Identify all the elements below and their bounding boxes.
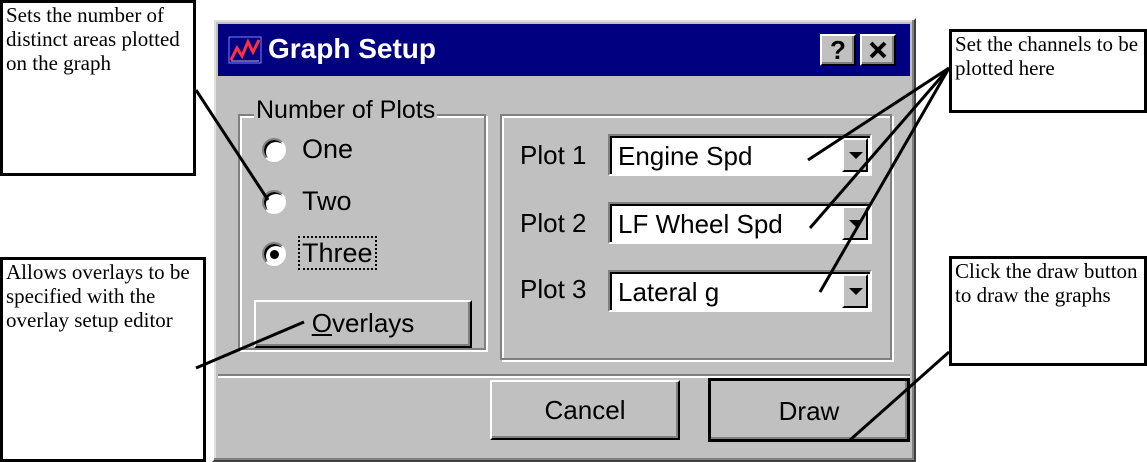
chevron-down-icon bbox=[849, 152, 863, 159]
plot-3-dropdown-button[interactable] bbox=[842, 274, 868, 308]
draw-button[interactable]: Draw bbox=[708, 378, 910, 442]
plot-3-label: Plot 3 bbox=[520, 274, 587, 304]
focus-rect: Three bbox=[298, 236, 377, 270]
plot-1-select[interactable]: Engine Spd bbox=[608, 134, 872, 176]
plot-3-select[interactable]: Lateral g bbox=[608, 270, 872, 312]
plot-2-dropdown-button[interactable] bbox=[842, 206, 868, 240]
radio-two-circle[interactable] bbox=[262, 190, 286, 214]
graph-app-icon bbox=[228, 36, 262, 64]
radio-one-circle[interactable] bbox=[262, 138, 286, 162]
plot-2-select[interactable]: LF Wheel Spd bbox=[608, 202, 872, 244]
radio-one-label: One bbox=[302, 134, 354, 164]
overlays-button[interactable]: Overlays bbox=[254, 300, 472, 348]
help-button[interactable]: ? bbox=[820, 34, 856, 66]
plot-1-dropdown-button[interactable] bbox=[842, 138, 868, 172]
callout-draw: Click the draw button to draw the graphs bbox=[949, 256, 1147, 366]
title-bar[interactable]: Graph Setup ? bbox=[218, 24, 910, 76]
cancel-button[interactable]: Cancel bbox=[490, 380, 680, 440]
plot-2-value: LF Wheel Spd bbox=[618, 209, 783, 239]
radio-selected-dot bbox=[270, 250, 279, 259]
callout-channels: Set the channels to be plotted here bbox=[949, 29, 1147, 113]
plot-1-value: Engine Spd bbox=[618, 141, 753, 171]
radio-two-label: Two bbox=[302, 186, 352, 216]
graph-setup-dialog: Graph Setup ? Number of Plots One Two Th… bbox=[212, 18, 916, 462]
dialog-title: Graph Setup bbox=[268, 33, 437, 64]
radio-three-circle[interactable] bbox=[262, 242, 286, 266]
radio-three-label: Three bbox=[298, 236, 377, 270]
plot-2-label: Plot 2 bbox=[520, 208, 587, 238]
overlays-label: verlays bbox=[331, 308, 415, 338]
chevron-down-icon bbox=[849, 220, 863, 227]
callout-number-of-plots: Sets the number of distinct areas plotte… bbox=[0, 0, 196, 176]
plot-1-label: Plot 1 bbox=[520, 140, 587, 170]
overlays-accelerator: O bbox=[311, 308, 332, 338]
plot-3-value: Lateral g bbox=[618, 277, 720, 307]
number-of-plots-legend: Number of Plots bbox=[254, 96, 438, 125]
close-button[interactable] bbox=[860, 34, 896, 66]
chevron-down-icon bbox=[849, 288, 863, 295]
callout-overlays: Allows overlays to be specified with the… bbox=[0, 257, 206, 462]
close-icon bbox=[869, 41, 887, 59]
